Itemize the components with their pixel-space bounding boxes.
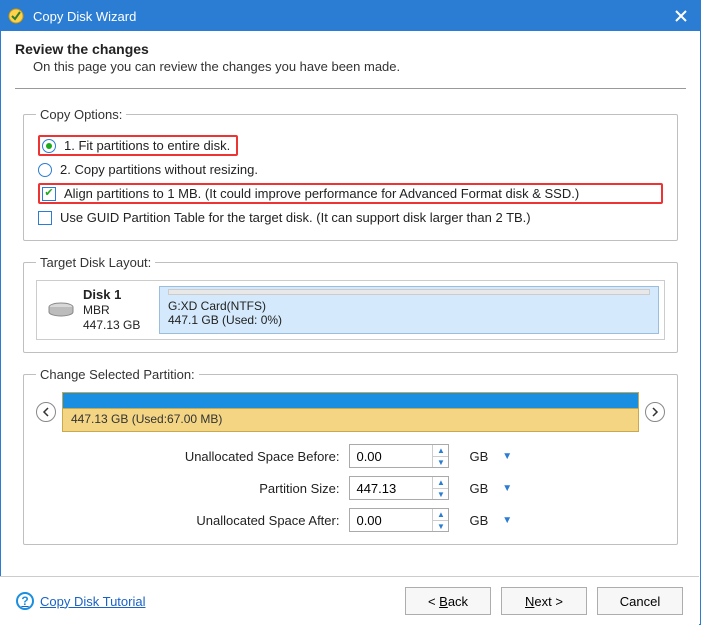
after-label: Unallocated Space After:: [185, 513, 340, 528]
disk-layout-row: Disk 1 MBR 447.13 GB G:XD Card(NTFS) 447…: [36, 280, 665, 340]
partition-slider[interactable]: 447.13 GB (Used:67.00 MB): [62, 392, 639, 432]
slider-label: 447.13 GB (Used:67.00 MB): [63, 409, 638, 429]
copy-options-group: Copy Options: 1. Fit partitions to entir…: [23, 107, 678, 241]
partition-block[interactable]: G:XD Card(NTFS) 447.1 GB (Used: 0%): [159, 286, 659, 334]
close-button[interactable]: [668, 3, 694, 29]
before-input-wrapper: ▲▼: [349, 444, 449, 468]
checkbox-align-label: Align partitions to 1 MB. (It could impr…: [64, 186, 579, 201]
spin-up[interactable]: ▲: [433, 509, 448, 521]
partition-usage: 447.1 GB (Used: 0%): [168, 313, 650, 327]
disk-name: Disk 1: [83, 287, 121, 302]
change-partition-legend: Change Selected Partition:: [36, 367, 199, 382]
spin-down[interactable]: ▼: [433, 457, 448, 468]
checkbox-guid[interactable]: [38, 211, 52, 225]
footer: ? Copy Disk Tutorial < Back Next > Cance…: [0, 576, 699, 625]
page-subtitle: On this page you can review the changes …: [33, 59, 686, 74]
unit-label: GB: [469, 481, 488, 496]
checkbox-align-1mb[interactable]: [42, 187, 56, 201]
unit-label: GB: [469, 513, 488, 528]
after-input[interactable]: [350, 509, 432, 531]
slider-fill: [63, 393, 638, 409]
unit-dropdown[interactable]: ▼: [498, 449, 516, 464]
partition-label: G:XD Card(NTFS): [168, 299, 650, 313]
size-input-wrapper: ▲▼: [349, 476, 449, 500]
title-bar: Copy Disk Wizard: [1, 1, 700, 31]
radio-fit-label: 1. Fit partitions to entire disk.: [64, 138, 230, 153]
disk-icon: [47, 301, 75, 319]
slider-next-button[interactable]: [645, 402, 665, 422]
size-label: Partition Size:: [185, 481, 340, 496]
before-input[interactable]: [350, 445, 432, 467]
spin-down[interactable]: ▼: [433, 489, 448, 500]
unit-dropdown[interactable]: ▼: [498, 481, 516, 496]
after-input-wrapper: ▲▼: [349, 508, 449, 532]
spin-up[interactable]: ▲: [433, 445, 448, 457]
help-label: Copy Disk Tutorial: [40, 594, 145, 609]
window-title: Copy Disk Wizard: [33, 9, 668, 24]
app-icon: [7, 7, 25, 25]
highlight-box: Align partitions to 1 MB. (It could impr…: [38, 183, 663, 204]
target-layout-group: Target Disk Layout: Disk 1 MBR 447.13 GB…: [23, 255, 678, 353]
unit-dropdown[interactable]: ▼: [498, 513, 516, 528]
spin-up[interactable]: ▲: [433, 477, 448, 489]
highlight-box: 1. Fit partitions to entire disk.: [38, 135, 238, 156]
disk-type: MBR: [83, 303, 110, 317]
page-title: Review the changes: [15, 41, 686, 57]
slider-prev-button[interactable]: [36, 402, 56, 422]
size-input[interactable]: [350, 477, 432, 499]
help-icon: ?: [16, 592, 34, 610]
usage-mini-bar: [168, 289, 650, 295]
help-link[interactable]: ? Copy Disk Tutorial: [16, 592, 145, 610]
disk-size: 447.13 GB: [83, 318, 140, 332]
radio-fit-partitions[interactable]: [42, 139, 56, 153]
before-label: Unallocated Space Before:: [185, 449, 340, 464]
change-partition-group: Change Selected Partition: 447.13 GB (Us…: [23, 367, 678, 545]
radio-copy-label: 2. Copy partitions without resizing.: [60, 162, 258, 177]
spin-down[interactable]: ▼: [433, 521, 448, 532]
page-header: Review the changes On this page you can …: [1, 31, 700, 88]
unit-label: GB: [469, 449, 488, 464]
next-button[interactable]: Next >: [501, 587, 587, 615]
disk-info: Disk 1 MBR 447.13 GB: [37, 281, 157, 339]
checkbox-guid-label: Use GUID Partition Table for the target …: [60, 210, 531, 225]
target-layout-legend: Target Disk Layout:: [36, 255, 155, 270]
back-button[interactable]: < Back: [405, 587, 491, 615]
cancel-button[interactable]: Cancel: [597, 587, 683, 615]
copy-options-legend: Copy Options:: [36, 107, 126, 122]
radio-copy-no-resize[interactable]: [38, 163, 52, 177]
